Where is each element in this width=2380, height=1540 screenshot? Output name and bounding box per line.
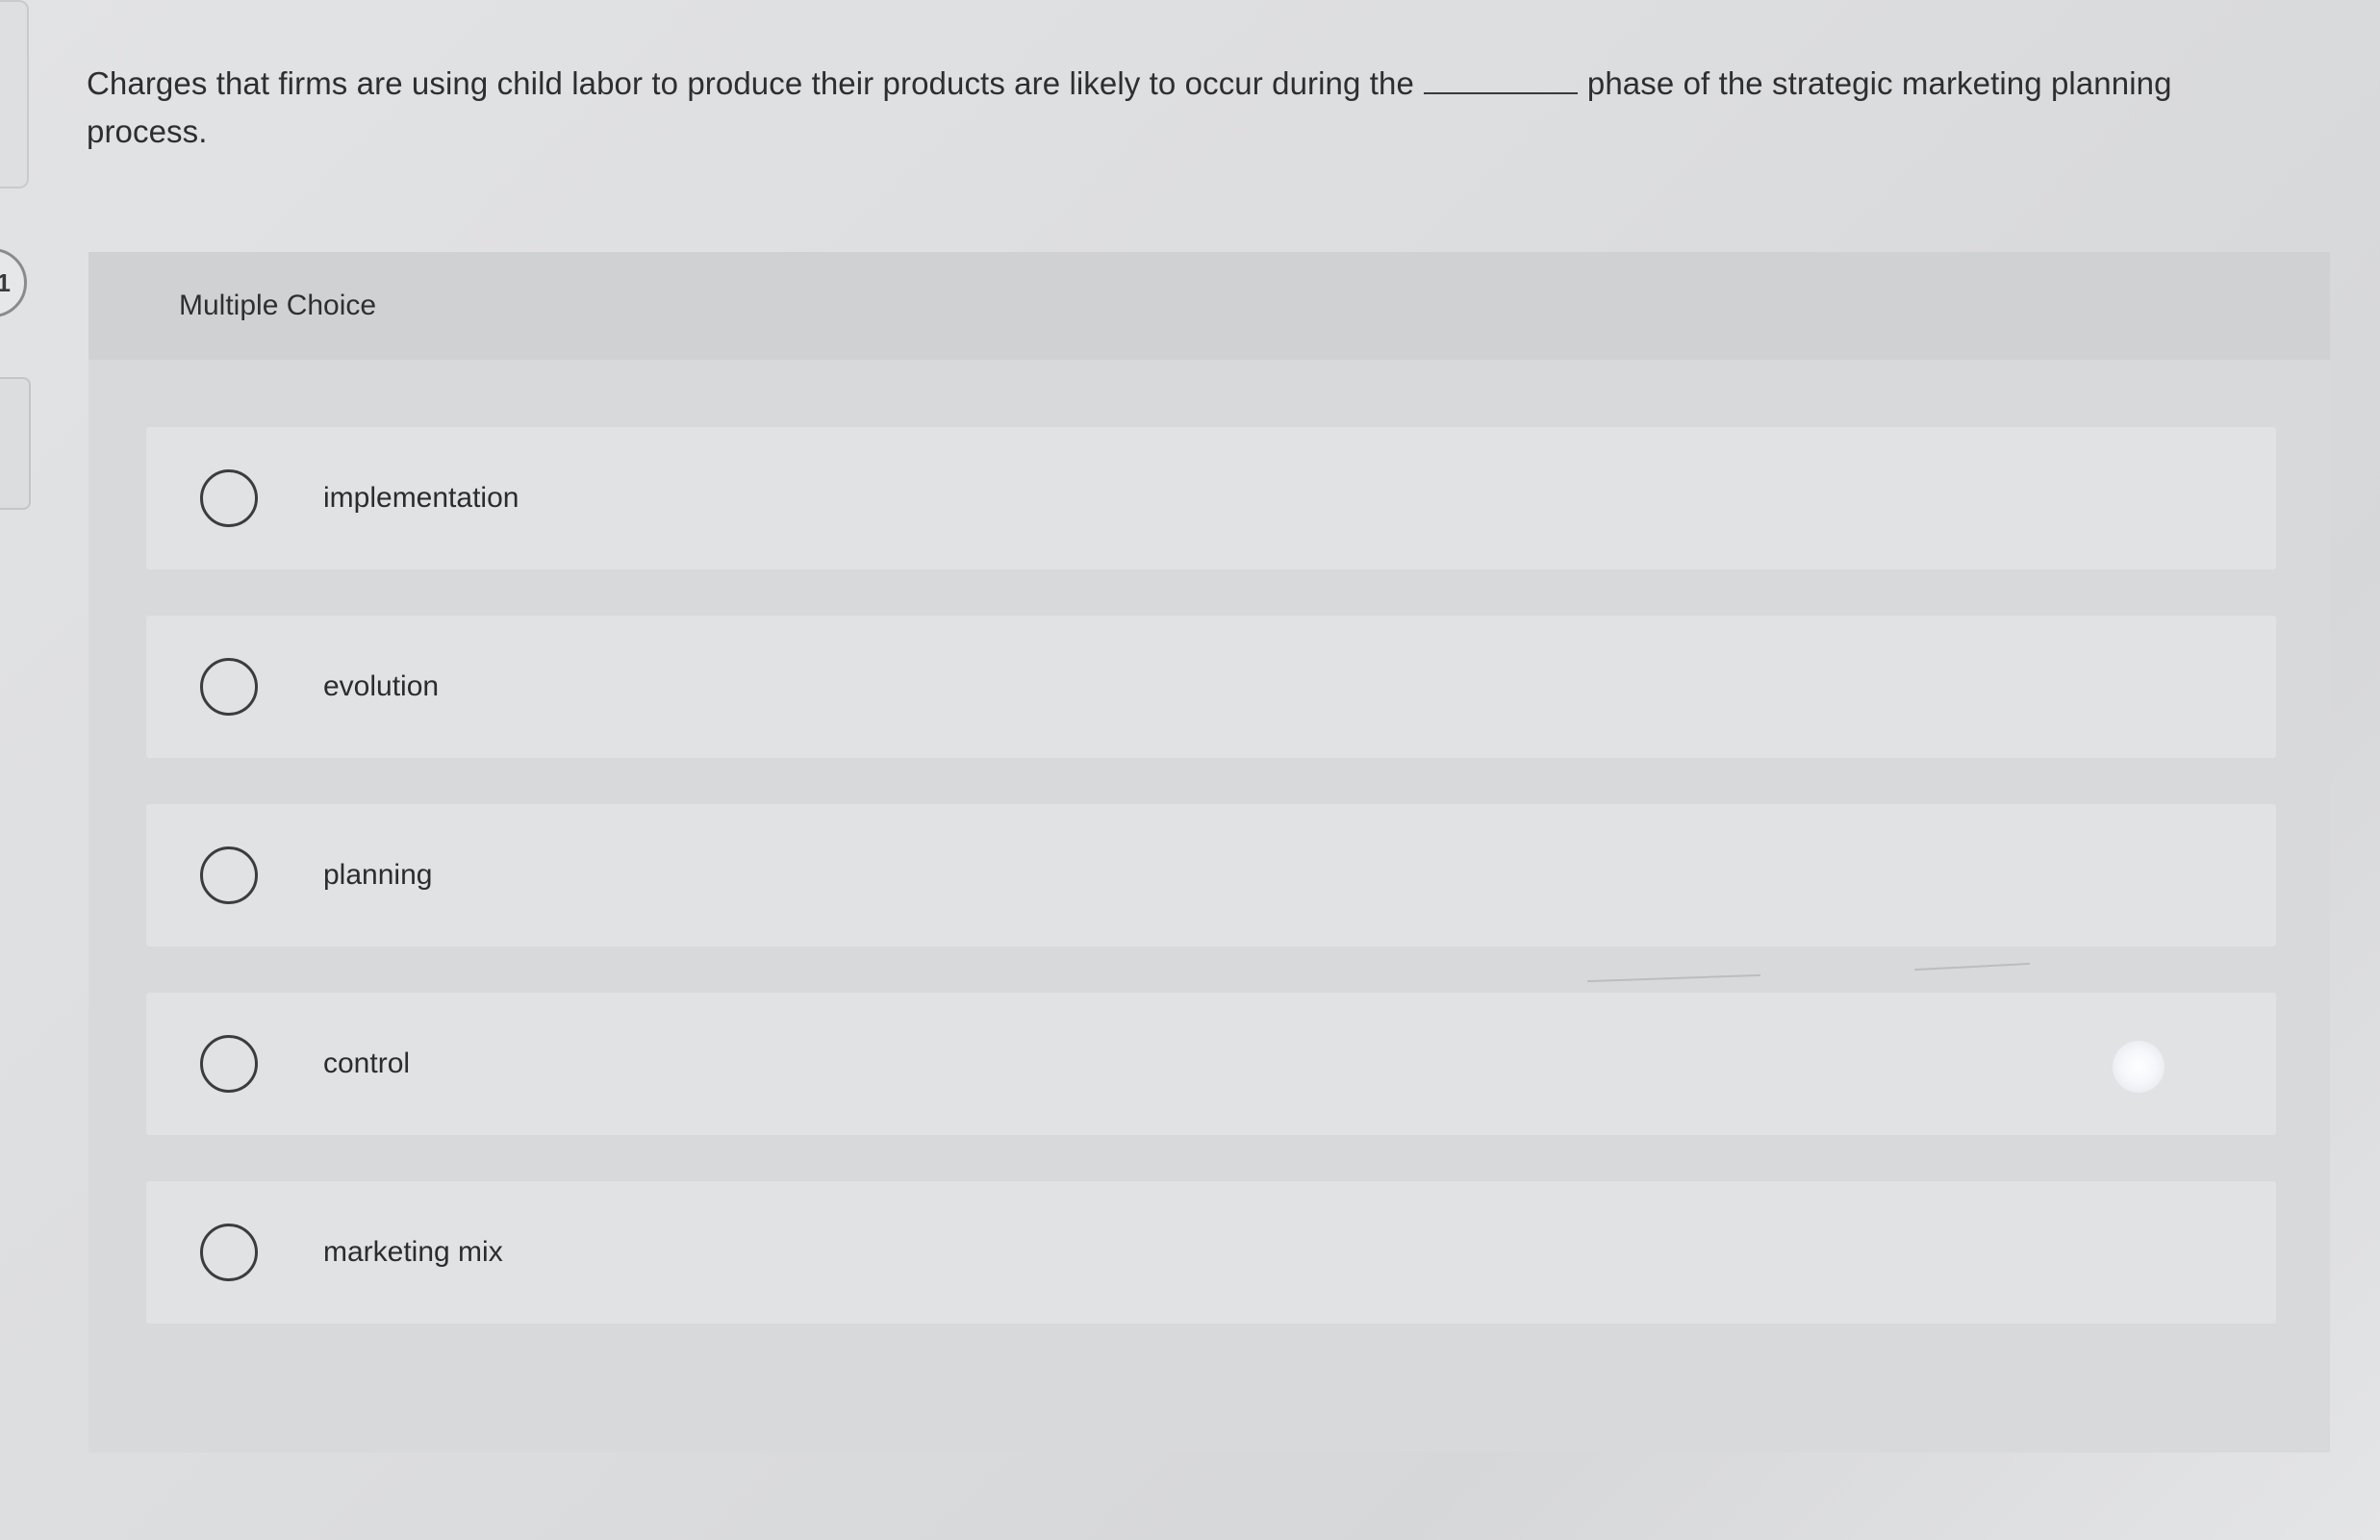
multiple-choice-panel: Multiple Choice implementation evolution… <box>89 252 2330 1452</box>
radio-button[interactable] <box>200 469 258 527</box>
sidebar-edge-tab <box>0 0 29 189</box>
option-evolution[interactable]: evolution <box>146 616 2276 758</box>
prompt-text-before-blank: Charges that firms are using child labor… <box>87 65 1414 101</box>
option-planning[interactable]: planning <box>146 804 2276 947</box>
radio-button[interactable] <box>200 846 258 904</box>
radio-button[interactable] <box>200 1035 258 1093</box>
question-prompt: Charges that firms are using child labor… <box>87 60 2261 156</box>
answer-blank <box>1423 65 1578 94</box>
multiple-choice-label: Multiple Choice <box>179 290 377 321</box>
option-label: implementation <box>323 482 519 514</box>
option-label: marketing mix <box>323 1236 503 1268</box>
options-list: implementation evolution planning contro… <box>89 360 2330 1452</box>
sidebar-edge-box <box>0 377 31 510</box>
radio-button[interactable] <box>200 1224 258 1281</box>
option-label: control <box>323 1048 411 1079</box>
option-marketing-mix[interactable]: marketing mix <box>146 1181 2276 1324</box>
radio-button[interactable] <box>200 658 258 716</box>
option-label: planning <box>323 859 433 891</box>
option-implementation[interactable]: implementation <box>146 427 2276 569</box>
multiple-choice-header: Multiple Choice <box>89 252 2330 361</box>
option-label: evolution <box>323 670 440 702</box>
question-number: 1 <box>0 267 11 297</box>
option-control[interactable]: control <box>146 993 2276 1135</box>
question-number-badge[interactable]: 1 <box>0 248 27 317</box>
screen-glare <box>2113 1041 2165 1093</box>
